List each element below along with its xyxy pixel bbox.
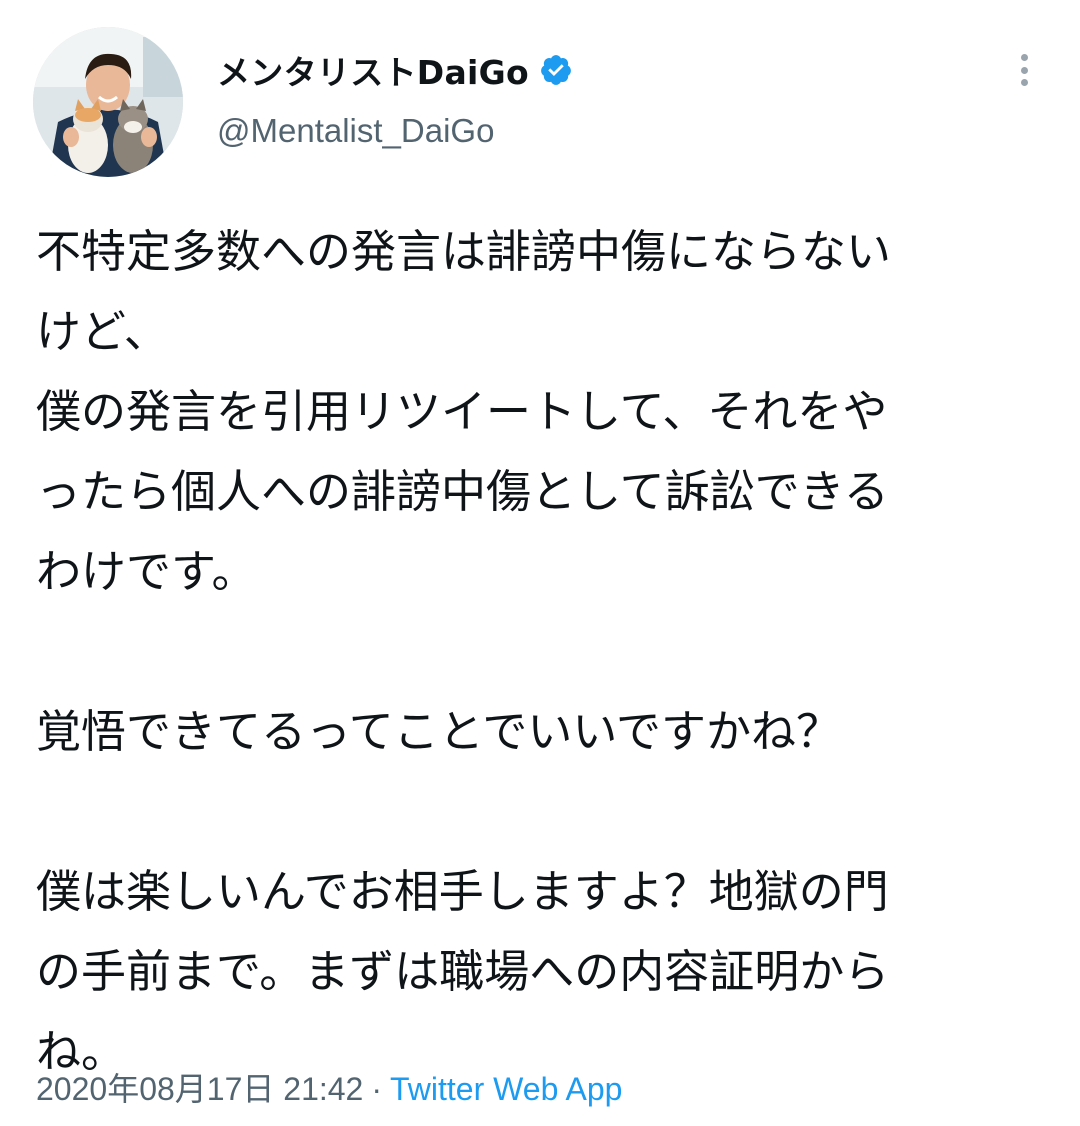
tweet-meta: 2020年08月17日 21:42 · Twitter Web App bbox=[36, 1064, 622, 1110]
tweet-text-line: 僕の発言を引用リツイートして、それをや bbox=[36, 385, 888, 438]
more-dot bbox=[1020, 79, 1028, 86]
tweet-text-line: 覚悟できてるってことでいいですかね？ bbox=[36, 705, 842, 758]
meta-separator: · bbox=[371, 1071, 383, 1107]
tweet-text: 不特定多数への発言は誹謗中傷にならない けど、 僕の発言を引用リツイートして、そ… bbox=[36, 212, 1046, 1092]
verified-badge-icon bbox=[539, 53, 573, 87]
user-handle[interactable]: @Mentalist_DaiGo bbox=[217, 112, 494, 150]
tweet-detail: メンタリストDaiGo @Mentalist_DaiGo 不特定多数への発言は誹… bbox=[0, 0, 1080, 1126]
tweet-text-line: けど、 bbox=[36, 305, 169, 358]
avatar-image bbox=[33, 27, 183, 177]
display-name[interactable]: メンタリストDaiGo bbox=[217, 46, 529, 94]
more-dot bbox=[1020, 66, 1028, 74]
more-vertical-icon[interactable] bbox=[1008, 50, 1040, 90]
display-name-row[interactable]: メンタリストDaiGo bbox=[217, 46, 573, 94]
tweet-timestamp[interactable]: 2020年08月17日 21:42 bbox=[36, 1071, 363, 1107]
tweet-text-line: 不特定多数への発言は誹謗中傷にならない bbox=[36, 225, 892, 278]
tweet-text-line: わけです。 bbox=[36, 545, 257, 598]
tweet-text-line: 僕は楽しいんでお相手しますよ？地獄の門 bbox=[36, 865, 889, 918]
tweet-text-line: ったら個人への誹謗中傷として訴訟できる bbox=[36, 465, 889, 518]
tweet-text-line: の手前まで。まずは職場への内容証明から bbox=[36, 945, 890, 998]
tweet-source-link[interactable]: Twitter Web App bbox=[390, 1071, 622, 1107]
more-dot bbox=[1020, 54, 1028, 61]
avatar[interactable] bbox=[33, 27, 183, 177]
